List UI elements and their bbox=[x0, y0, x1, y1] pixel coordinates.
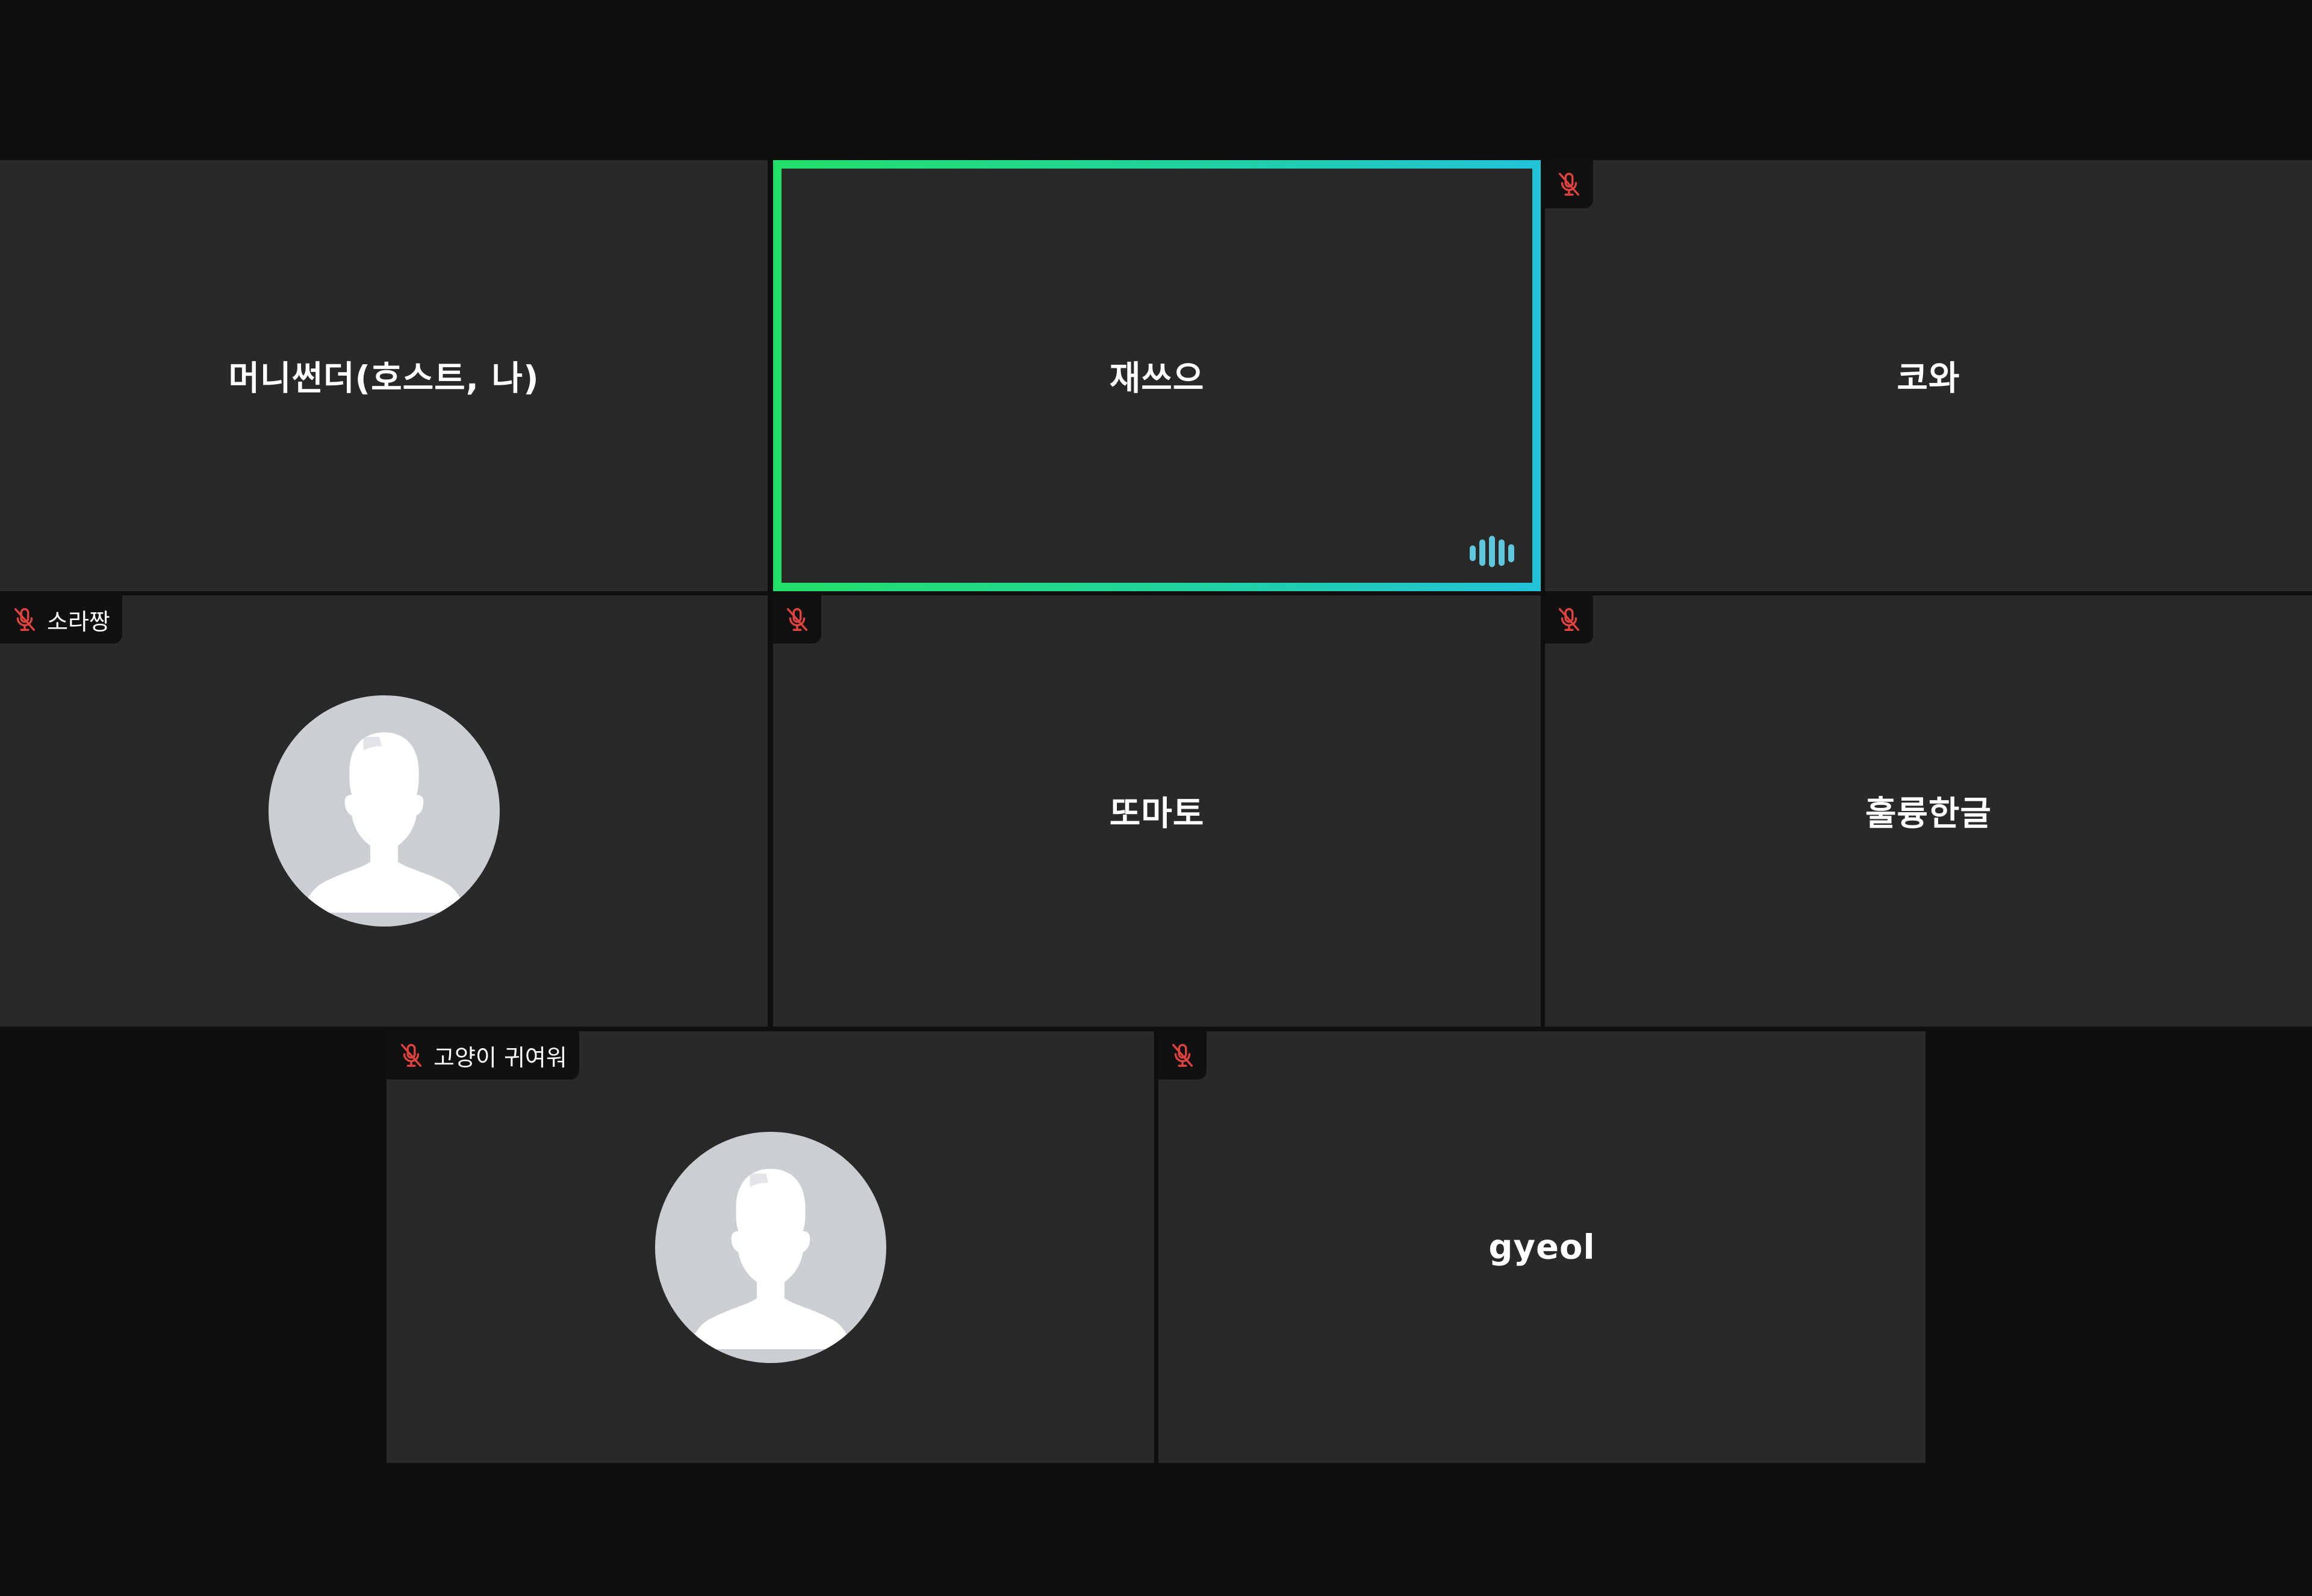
video-grid: 머니썬더(호스트, 나) 재쓰으 코와 소라짱 또마토 훌륭한글 고양이 귀여워… bbox=[0, 0, 2312, 1596]
default-avatar bbox=[654, 1131, 886, 1363]
mic-off-icon bbox=[783, 606, 811, 633]
participant-name: 훌륭한글 bbox=[1865, 794, 1992, 834]
mic-off-icon bbox=[11, 606, 39, 633]
user-silhouette-icon bbox=[269, 695, 500, 927]
user-silhouette-icon bbox=[655, 1132, 886, 1363]
mute-indicator bbox=[1545, 595, 1593, 644]
participant-tile-host[interactable]: 머니썬더(호스트, 나) bbox=[0, 160, 768, 591]
participant-tile[interactable]: 코와 bbox=[1545, 160, 2312, 591]
mute-indicator bbox=[773, 595, 821, 644]
participant-name: 고양이 귀여워 bbox=[434, 1044, 567, 1071]
audio-level-icon bbox=[1470, 536, 1514, 567]
participant-tile[interactable]: 훌륭한글 bbox=[1545, 595, 2312, 1026]
participant-name: 소라짱 bbox=[47, 608, 110, 635]
participant-tile[interactable]: 소라짱 bbox=[0, 595, 768, 1026]
participant-tile[interactable]: 고양이 귀여워 bbox=[387, 1031, 1154, 1463]
participant-name: 재쓰으 bbox=[1109, 359, 1205, 399]
mute-indicator bbox=[1158, 1031, 1207, 1079]
mute-indicator: 소라짱 bbox=[0, 595, 122, 644]
mic-off-icon bbox=[1169, 1042, 1196, 1069]
participant-name: 코와 bbox=[1897, 359, 1960, 399]
mic-off-icon bbox=[1555, 606, 1583, 633]
mic-off-icon bbox=[397, 1042, 425, 1069]
participant-name: gyeol bbox=[1488, 1228, 1596, 1267]
participant-tile[interactable]: gyeol bbox=[1158, 1031, 1925, 1463]
mute-indicator: 고양이 귀여워 bbox=[387, 1031, 579, 1079]
default-avatar bbox=[268, 695, 500, 927]
mute-indicator bbox=[1545, 160, 1593, 208]
participant-name: 머니썬더(호스트, 나) bbox=[228, 359, 539, 399]
participant-tile-speaking[interactable]: 재쓰으 bbox=[773, 160, 1541, 591]
participant-name: 또마토 bbox=[1109, 794, 1205, 834]
participant-tile[interactable]: 또마토 bbox=[773, 595, 1541, 1026]
mic-off-icon bbox=[1555, 170, 1583, 198]
